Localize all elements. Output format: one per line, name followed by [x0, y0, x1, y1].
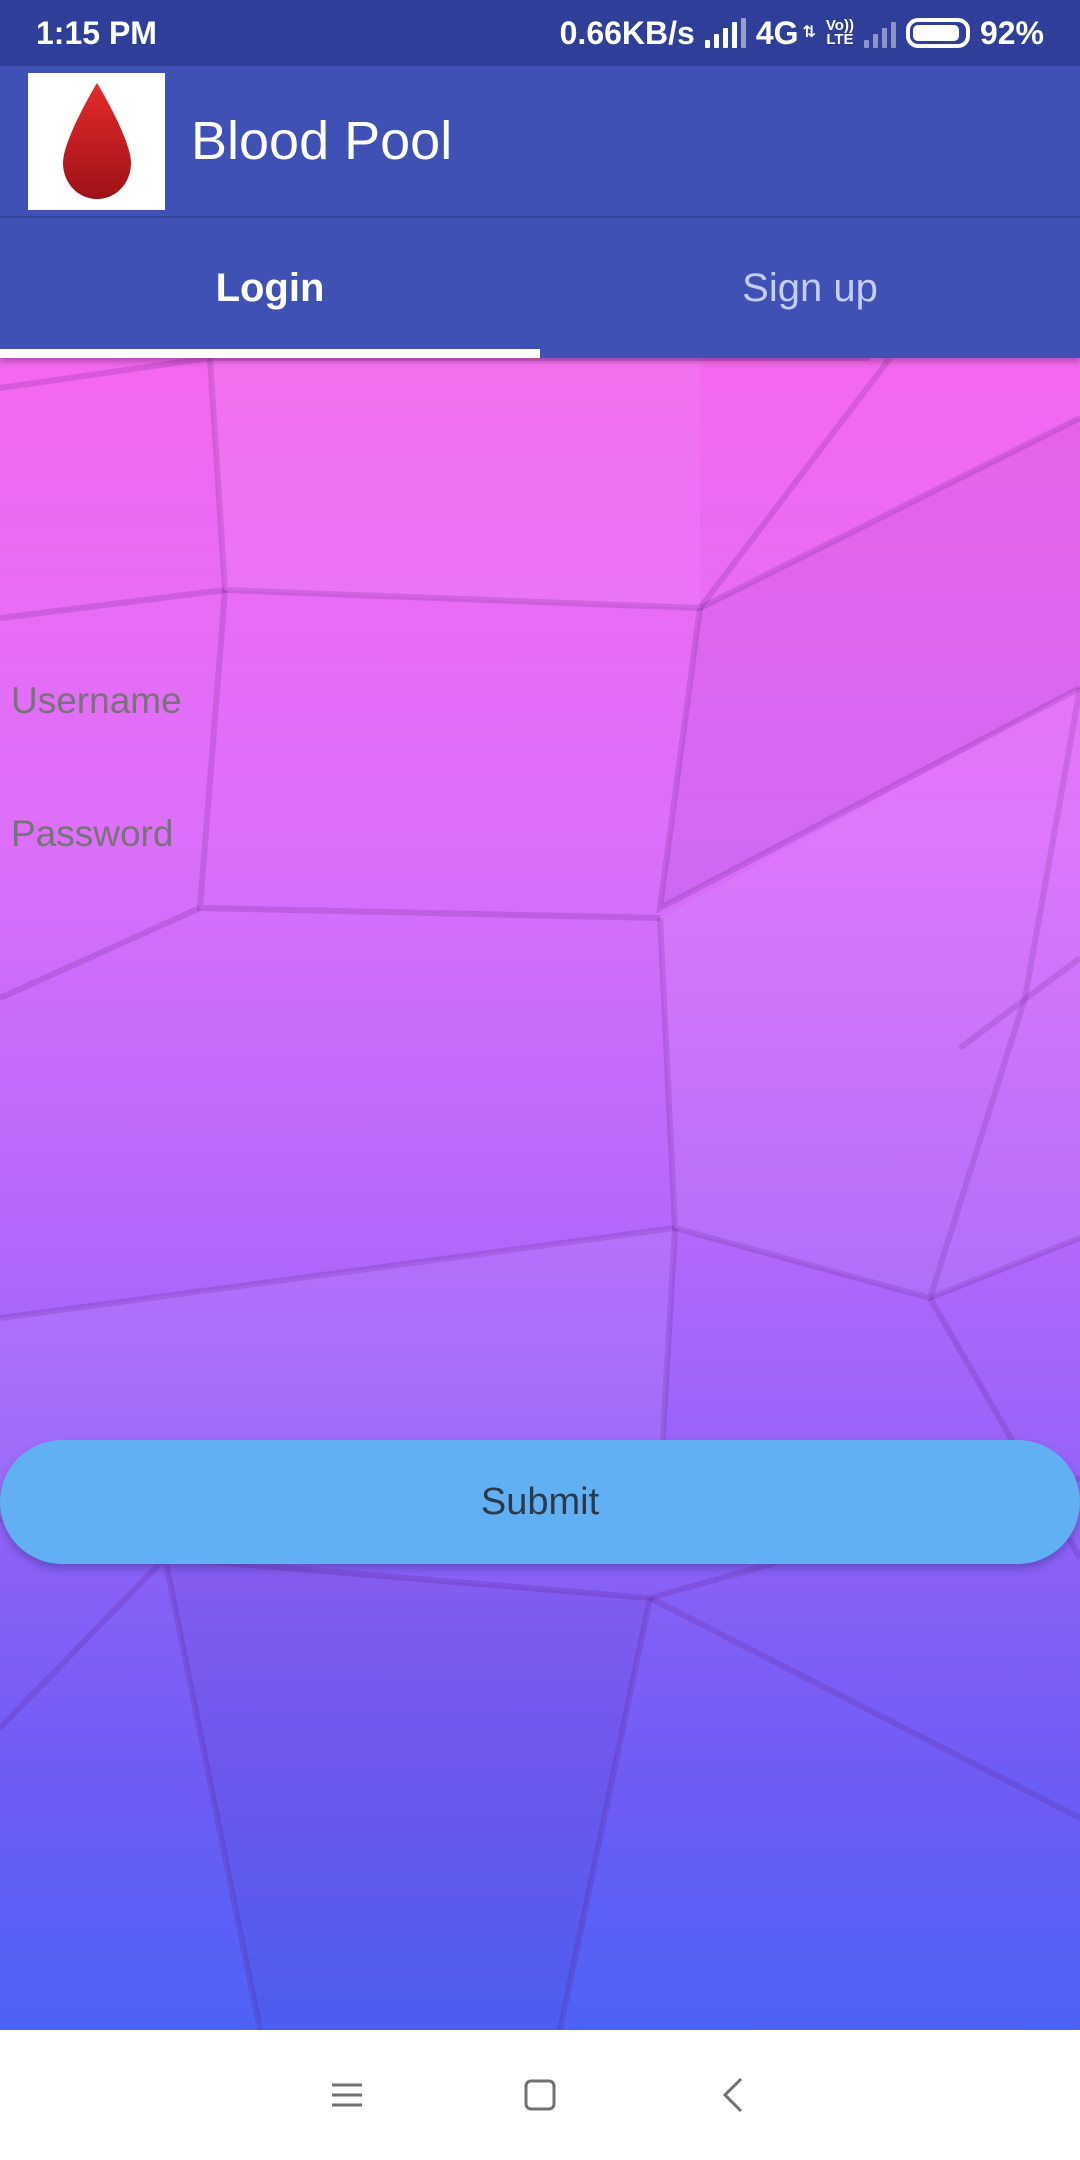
menu-button[interactable]	[312, 2060, 382, 2130]
tab-login[interactable]: Login	[0, 218, 540, 358]
app-bar: Blood Pool	[0, 66, 1080, 218]
blood-drop-icon	[62, 83, 131, 199]
login-form-area: Submit	[0, 358, 1080, 2030]
battery-level	[912, 25, 959, 41]
battery-icon	[905, 18, 970, 48]
menu-icon	[331, 2083, 362, 2107]
submit-button[interactable]: Submit	[0, 1440, 1080, 1564]
tab-login-label: Login	[215, 265, 325, 310]
back-button[interactable]	[698, 2060, 768, 2130]
home-square-icon	[524, 2079, 556, 2111]
tab-bar: Login Sign up	[0, 218, 1080, 358]
background-pattern	[0, 358, 1080, 2030]
tab-signup-label: Sign up	[742, 265, 878, 310]
active-tab-indicator	[0, 349, 540, 358]
login-screen: 1:15 PM 0.66KB/s 4G ⇅ Vo)) LTE 92% Blood…	[0, 0, 1080, 2160]
status-indicators: 0.66KB/s 4G ⇅ Vo)) LTE 92%	[560, 15, 1044, 52]
status-time: 1:15 PM	[36, 14, 157, 51]
home-button[interactable]	[505, 2060, 575, 2130]
system-nav-bar	[0, 2030, 1080, 2160]
app-title: Blood Pool	[191, 111, 453, 171]
status-bar: 1:15 PM 0.66KB/s 4G ⇅ Vo)) LTE 92%	[0, 0, 1080, 66]
tab-signup[interactable]: Sign up	[540, 218, 1080, 358]
volte-icon: Vo)) LTE	[826, 18, 854, 48]
battery-percent: 92%	[979, 14, 1044, 51]
password-field[interactable]	[11, 813, 1071, 855]
volte-bottom-label: LTE	[826, 31, 854, 48]
signal-strength-icon	[704, 18, 746, 48]
network-type: 4G	[755, 14, 799, 51]
app-logo	[28, 72, 165, 210]
username-field[interactable]	[11, 680, 1071, 722]
back-chevron-icon	[723, 2077, 743, 2113]
no-signal-icon	[863, 18, 896, 48]
data-activity-icon: ⇅	[802, 24, 816, 41]
network-speed: 0.66KB/s	[559, 14, 695, 51]
